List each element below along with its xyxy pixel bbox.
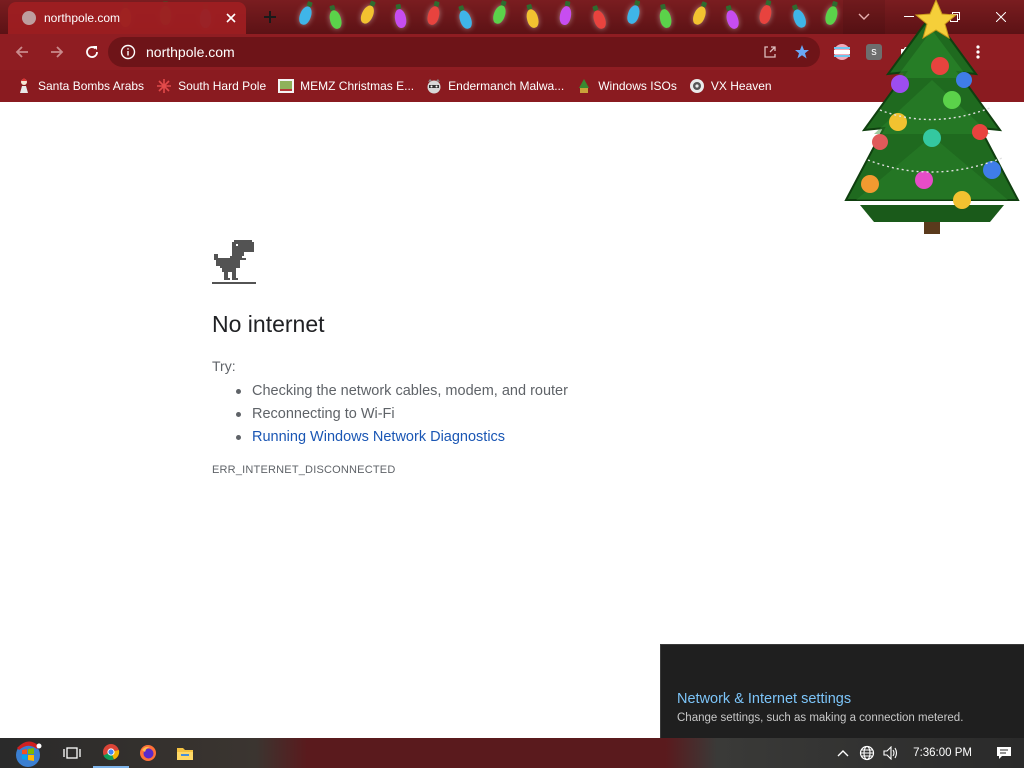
back-button[interactable] (6, 36, 38, 68)
bookmark-label: VX Heaven (710, 79, 772, 93)
notification-icon (997, 747, 1011, 759)
bookmark-star-button[interactable] (790, 41, 814, 63)
bookmark-item[interactable]: Windows ISOs (572, 73, 685, 99)
bookmark-label: Endermanch Malwa... (448, 79, 565, 93)
suggestion-item: Reconnecting to Wi-Fi (236, 403, 568, 426)
network-tray-button[interactable] (855, 738, 879, 768)
back-arrow-icon (15, 46, 28, 58)
file-explorer-taskbar-button[interactable] (167, 738, 203, 768)
dinosaur-icon (212, 240, 256, 284)
chevron-up-icon (837, 750, 849, 757)
chrome-taskbar-button[interactable] (93, 738, 129, 768)
bookmark-item[interactable]: Santa Bombs Arabs (12, 73, 152, 99)
start-orb-icon (16, 741, 42, 767)
info-icon[interactable] (120, 44, 136, 60)
show-hidden-icons-button[interactable] (831, 738, 855, 768)
raccoon-icon (426, 78, 442, 94)
error-title: No internet (212, 311, 325, 337)
chrome-icon (103, 744, 120, 761)
bookmark-label: South Hard Pole (178, 79, 267, 93)
firefox-icon (140, 745, 156, 761)
reload-button[interactable] (76, 36, 108, 68)
taskbar: 7:36:00 PM (0, 738, 1024, 768)
forward-button[interactable] (41, 36, 73, 68)
system-tray: 7:36:00 PM (831, 738, 1024, 768)
network-settings-link[interactable]: Network & Internet settings (677, 691, 851, 707)
bookmark-item[interactable]: MEMZ Christmas E... (274, 73, 422, 99)
bookmark-label: Windows ISOs (598, 79, 677, 93)
globe-favicon-icon (22, 11, 36, 25)
error-code: ERR_INTERNET_DISCONNECTED (212, 464, 396, 476)
bookmark-label: MEMZ Christmas E... (300, 79, 415, 93)
forward-arrow-icon (51, 46, 64, 58)
share-button[interactable] (758, 41, 782, 63)
bookmark-item[interactable]: South Hard Pole (152, 73, 274, 99)
network-diagnostics-link[interactable]: Running Windows Network Diagnostics (236, 426, 568, 449)
gift-tree-icon (576, 78, 592, 94)
firefox-taskbar-button[interactable] (130, 738, 166, 768)
network-settings-description: Change settings, such as making a connec… (677, 712, 964, 724)
network-globe-icon (860, 745, 875, 761)
task-view-button[interactable] (54, 738, 90, 768)
volume-tray-button[interactable] (879, 738, 903, 768)
action-center-button[interactable] (984, 738, 1024, 768)
bookmark-item[interactable]: VX Heaven (685, 73, 780, 99)
address-bar[interactable]: northpole.com (108, 37, 820, 67)
taskbar-clock[interactable]: 7:36:00 PM (903, 747, 984, 759)
snowflake-icon (156, 78, 172, 94)
reload-icon (86, 46, 98, 58)
vx-heaven-icon (689, 78, 705, 94)
file-explorer-icon (177, 747, 193, 760)
star-icon (795, 45, 809, 59)
christmas-tree-overlay (844, 0, 1020, 234)
omnibox-actions (758, 41, 814, 63)
bookmark-item[interactable]: Endermanch Malwa... (422, 73, 572, 99)
network-flyout: Network & Internet settings Change setti… (660, 644, 1024, 738)
santa-icon (16, 78, 32, 94)
close-icon (226, 13, 236, 23)
plus-icon (264, 11, 276, 23)
url-text: northpole.com (146, 44, 235, 60)
tab-close-button[interactable] (220, 7, 242, 29)
suggestions-list: Checking the network cables, modem, and … (236, 380, 568, 449)
try-label: Try: (212, 358, 236, 374)
start-button[interactable] (8, 738, 48, 768)
suggestion-item: Checking the network cables, modem, and … (236, 380, 568, 403)
task-view-icon (63, 747, 81, 759)
share-icon (764, 46, 776, 58)
new-tab-button[interactable] (258, 5, 282, 29)
memz-image-icon (278, 78, 295, 94)
tab-active[interactable]: northpole.com (8, 2, 246, 34)
tab-title: northpole.com (44, 11, 121, 25)
volume-icon (883, 746, 898, 760)
bookmark-label: Santa Bombs Arabs (38, 79, 145, 93)
